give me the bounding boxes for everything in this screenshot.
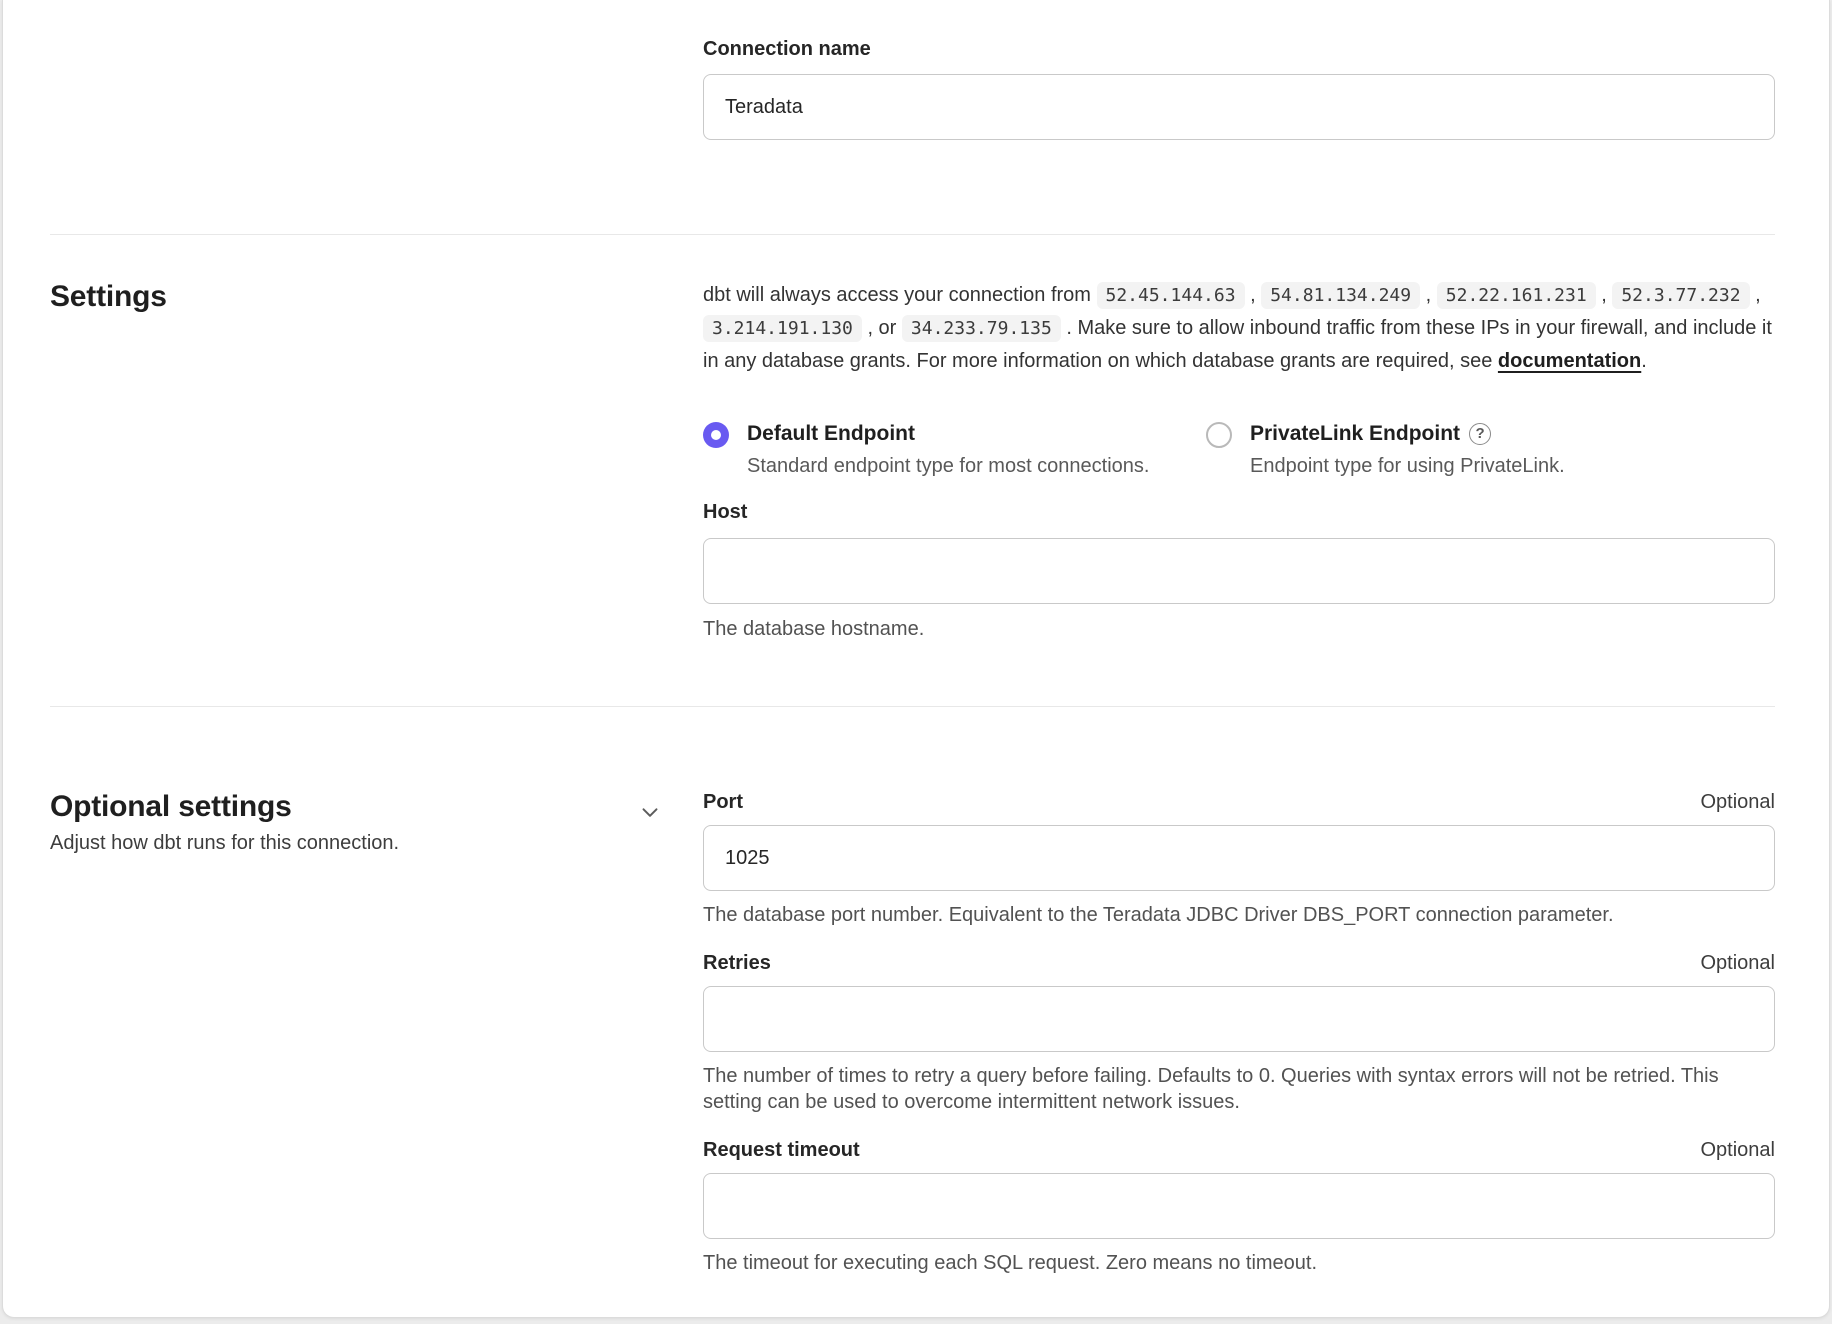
host-field: Host The database hostname. [703,499,1775,642]
radio-label-default-endpoint: Default Endpoint [747,420,1149,448]
port-field: Port Optional The database port number. … [703,789,1775,928]
request-timeout-label: Request timeout [703,1137,860,1163]
retries-label: Retries [703,950,771,976]
radio-option-privatelink-endpoint[interactable]: PrivateLink Endpoint? Endpoint type for … [1206,420,1565,479]
optional-badge: Optional [1701,1139,1776,1162]
radio-unselected-icon[interactable] [1206,422,1232,448]
documentation-link[interactable]: documentation [1498,350,1641,372]
request-timeout-helper: The timeout for executing each SQL reque… [703,1250,1775,1276]
help-icon[interactable]: ? [1469,423,1491,445]
ip-address-chip: 52.45.144.63 [1097,282,1245,309]
ip-address-chip: 52.3.77.232 [1612,282,1749,309]
connection-name-section: Connection name [3,0,1829,234]
host-input[interactable] [703,538,1775,604]
chevron-down-icon [637,799,663,825]
optional-settings-heading: Optional settings [50,789,653,825]
host-label: Host [703,499,1775,525]
retries-input[interactable] [703,986,1775,1052]
ip-allowlist-notice: dbt will always access your connection f… [703,279,1775,378]
radio-desc-default-endpoint: Standard endpoint type for most connecti… [747,453,1149,479]
request-timeout-field: Request timeout Optional The timeout for… [703,1137,1775,1276]
host-helper: The database hostname. [703,616,1775,642]
connection-name-input[interactable] [703,74,1775,140]
ip-address-chip: 34.233.79.135 [902,315,1061,342]
collapse-section-button[interactable] [635,797,665,827]
optional-badge: Optional [1701,791,1776,814]
port-helper: The database port number. Equivalent to … [703,902,1775,928]
radio-desc-privatelink-endpoint: Endpoint type for using PrivateLink. [1250,453,1565,479]
retries-field: Retries Optional The number of times to … [703,950,1775,1115]
settings-section: Settings dbt will always access your con… [3,235,1829,706]
optional-settings-subheading: Adjust how dbt runs for this connection. [50,830,653,856]
request-timeout-input[interactable] [703,1173,1775,1239]
connection-settings-card: Connection name Settings dbt will always… [2,0,1830,1318]
optional-settings-section: Optional settings Adjust how dbt runs fo… [3,707,1829,1298]
settings-heading: Settings [50,279,653,315]
optional-badge: Optional [1701,952,1776,975]
port-label: Port [703,789,743,815]
retries-helper: The number of times to retry a query bef… [703,1063,1775,1115]
port-input[interactable] [703,825,1775,891]
connection-name-label: Connection name [703,36,1775,62]
radio-selected-icon[interactable] [703,422,729,448]
radio-label-privatelink-endpoint: PrivateLink Endpoint [1250,422,1460,445]
ip-address-chip: 3.214.191.130 [703,315,862,342]
ip-address-chip: 52.22.161.231 [1437,282,1596,309]
endpoint-radio-group: Default Endpoint Standard endpoint type … [703,420,1775,479]
radio-option-default-endpoint[interactable]: Default Endpoint Standard endpoint type … [703,420,1206,479]
ip-address-chip: 54.81.134.249 [1261,282,1420,309]
